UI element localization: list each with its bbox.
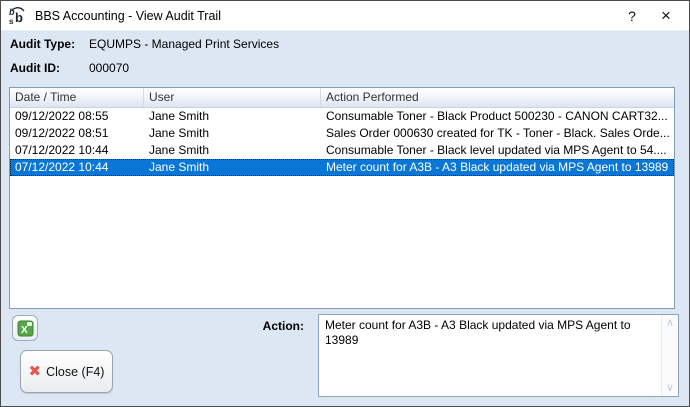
cell-action: Consumable Toner - Black Product 500230 …	[321, 108, 674, 125]
svg-text:b: b	[15, 10, 23, 25]
cell-user: Jane Smith	[144, 159, 321, 176]
audit-trail-table: Date / Time User Action Performed 09/12/…	[9, 87, 675, 309]
close-f4-button[interactable]: ✖ Close (F4)	[20, 350, 113, 393]
cell-date: 07/12/2022 10:44	[10, 142, 144, 159]
window-close-button[interactable]: ×	[649, 1, 683, 30]
table-header: Date / Time User Action Performed	[10, 88, 674, 108]
excel-icon: X	[17, 320, 34, 337]
help-button[interactable]: ?	[615, 1, 649, 30]
scroll-down-icon[interactable]: ∨	[666, 382, 674, 394]
action-label: Action:	[181, 319, 304, 333]
action-textbox[interactable]: Meter count for A3B - A3 Black updated v…	[318, 314, 679, 397]
red-x-icon: ✖	[29, 364, 42, 379]
audit-trail-dialog: b s b BBS Accounting - View Audit Trail …	[0, 0, 690, 407]
title-bar: b s b BBS Accounting - View Audit Trail …	[1, 1, 689, 31]
audit-id-label: Audit ID:	[10, 61, 89, 75]
column-header-user[interactable]: User	[144, 88, 321, 107]
cell-action: Meter count for A3B - A3 Black updated v…	[321, 159, 674, 176]
cell-user: Jane Smith	[144, 125, 321, 142]
action-scrollbar[interactable]: ∧ ∨	[661, 315, 678, 396]
cell-user: Jane Smith	[144, 108, 321, 125]
bbs-logo-icon: b s b	[8, 6, 28, 26]
table-row[interactable]: 07/12/2022 10:44 Jane Smith Consumable T…	[10, 142, 674, 159]
window-title: BBS Accounting - View Audit Trail	[35, 9, 615, 23]
cell-date: 09/12/2022 08:51	[10, 125, 144, 142]
table-row-selected[interactable]: 07/12/2022 10:44 Jane Smith Meter count …	[10, 159, 674, 176]
audit-id-value: 000070	[89, 61, 129, 75]
action-text: Meter count for A3B - A3 Black updated v…	[319, 315, 661, 396]
audit-type-row: Audit Type: EQUMPS - Managed Print Servi…	[10, 37, 279, 51]
cell-user: Jane Smith	[144, 142, 321, 159]
cell-action: Consumable Toner - Black level updated v…	[321, 142, 674, 159]
cell-date: 07/12/2022 10:44	[10, 159, 144, 176]
column-header-action-performed[interactable]: Action Performed	[321, 88, 674, 107]
close-button-label: Close (F4)	[46, 365, 104, 379]
table-row[interactable]: 09/12/2022 08:51 Jane Smith Sales Order …	[10, 125, 674, 142]
cell-action: Sales Order 000630 created for TK - Tone…	[321, 125, 674, 142]
scroll-up-icon[interactable]: ∧	[666, 317, 674, 329]
svg-text:X: X	[21, 325, 28, 336]
table-row[interactable]: 09/12/2022 08:55 Jane Smith Consumable T…	[10, 108, 674, 125]
audit-id-row: Audit ID: 000070	[10, 61, 129, 75]
export-to-excel-button[interactable]: X	[12, 315, 38, 341]
column-header-date-time[interactable]: Date / Time	[10, 88, 144, 107]
svg-text:s: s	[9, 17, 14, 26]
audit-type-value: EQUMPS - Managed Print Services	[89, 37, 279, 51]
cell-date: 09/12/2022 08:55	[10, 108, 144, 125]
audit-type-label: Audit Type:	[10, 37, 89, 51]
